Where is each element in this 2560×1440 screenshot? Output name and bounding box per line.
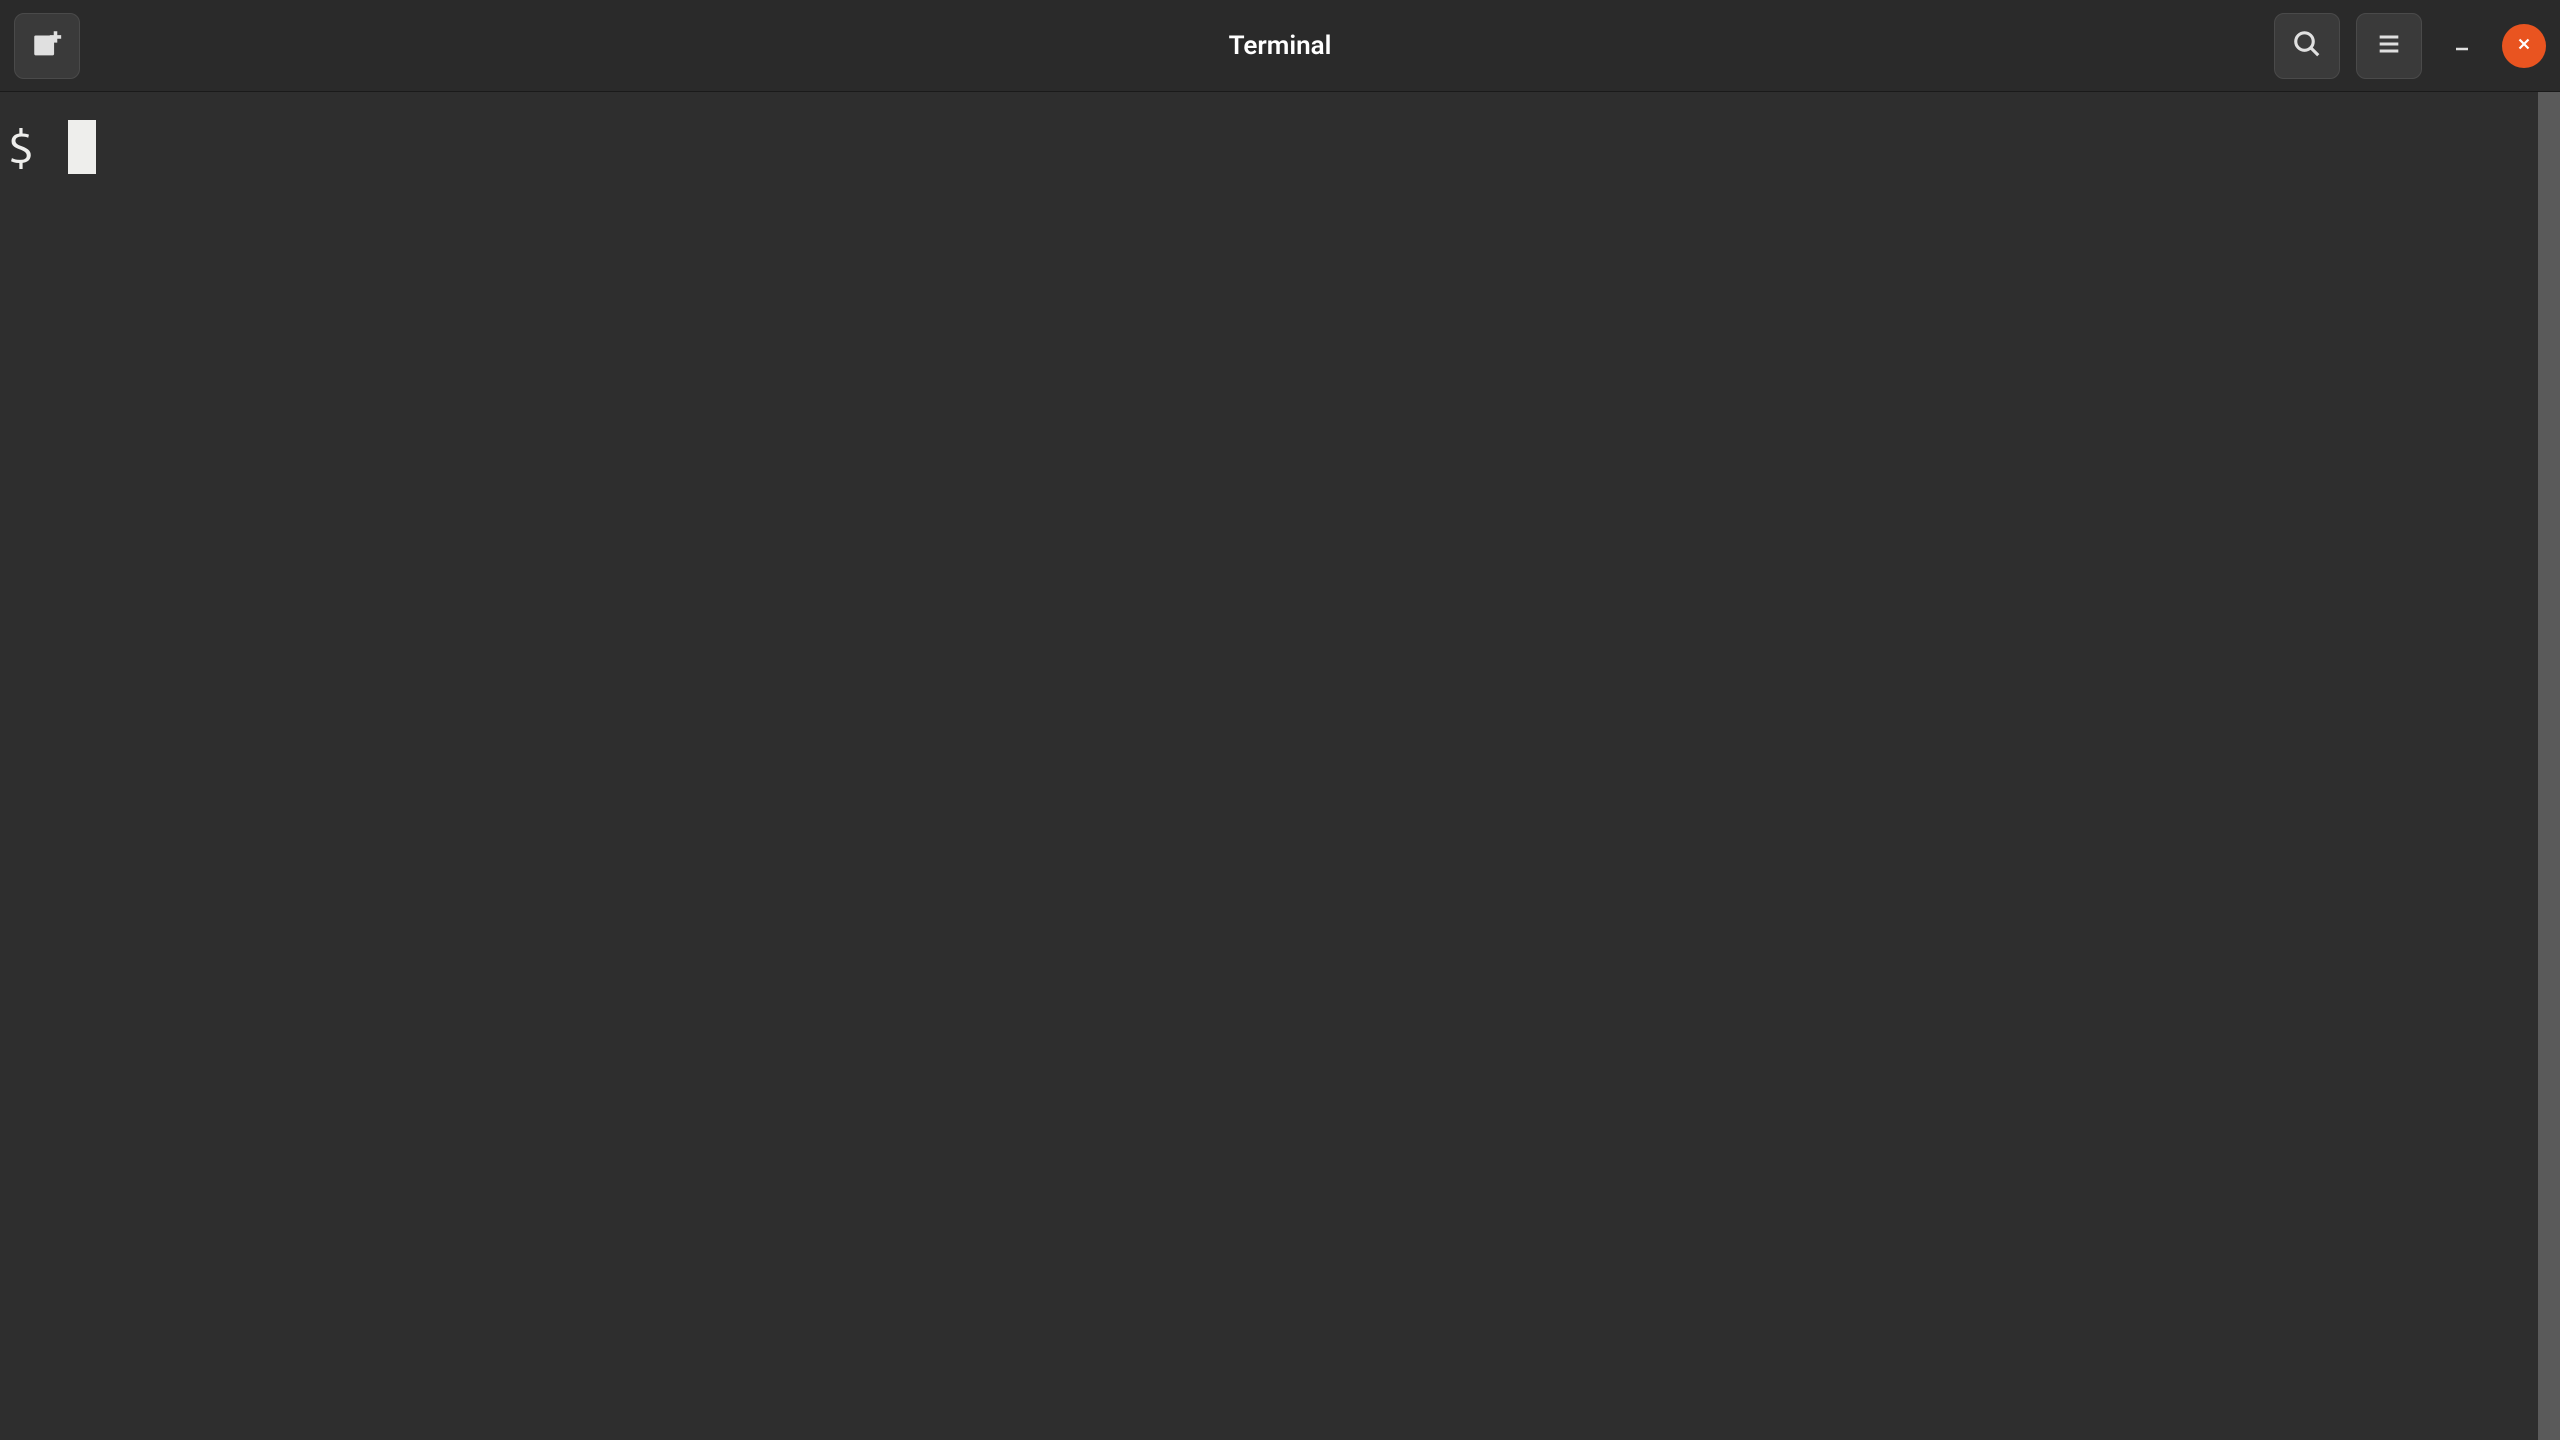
minimize-button[interactable] [2438, 22, 2486, 70]
close-button[interactable] [2502, 24, 2546, 68]
window-title: Terminal [1229, 31, 1332, 61]
cursor [68, 120, 96, 174]
menu-button[interactable] [2356, 13, 2422, 79]
new-tab-button[interactable] [14, 13, 80, 79]
search-icon [2292, 29, 2322, 62]
close-icon [2515, 35, 2533, 57]
scrollbar[interactable] [2538, 92, 2560, 1440]
terminal-content[interactable]: $ [8, 120, 2552, 1412]
terminal-window: Terminal [0, 0, 2560, 1440]
minimize-icon [2452, 29, 2472, 62]
scrollbar-thumb[interactable] [2538, 92, 2560, 1440]
titlebar: Terminal [0, 0, 2560, 92]
new-tab-icon [30, 27, 64, 64]
hamburger-icon [2375, 30, 2403, 61]
shell-prompt: $ [8, 121, 60, 173]
terminal-area[interactable]: $ [0, 92, 2560, 1440]
search-button[interactable] [2274, 13, 2340, 79]
titlebar-right [2274, 13, 2546, 79]
titlebar-left [14, 13, 80, 79]
prompt-line: $ [8, 120, 2552, 174]
